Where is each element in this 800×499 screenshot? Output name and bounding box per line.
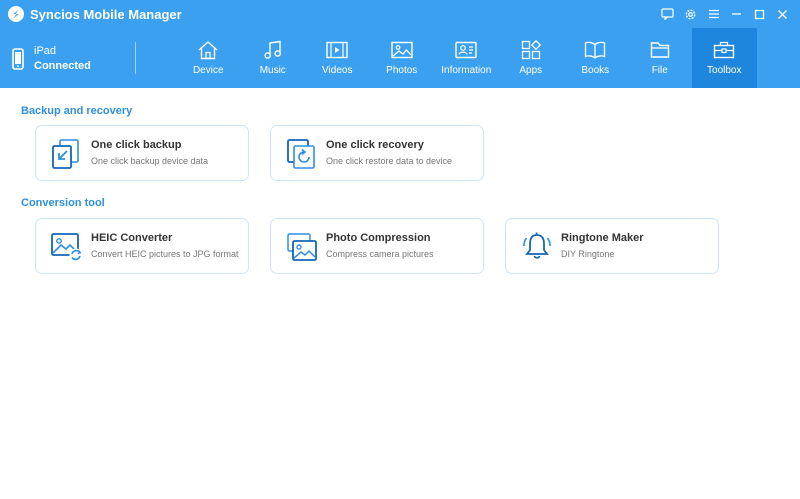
tab-label: Device bbox=[192, 65, 224, 76]
tab-music[interactable]: Music bbox=[241, 28, 306, 88]
tab-label: Photos bbox=[386, 65, 418, 76]
card-title: HEIC Converter bbox=[91, 232, 173, 244]
card-desc: One click restore data to device bbox=[326, 156, 453, 166]
device-name: iPad bbox=[34, 45, 57, 57]
app-header: Syncios Mobile Manager iPad Connected De… bbox=[0, 0, 800, 88]
card-title: One click recovery bbox=[326, 139, 424, 151]
card-desc: Compress camera pictures bbox=[326, 249, 434, 259]
tab-label: File bbox=[651, 65, 668, 76]
tab-apps[interactable]: Apps bbox=[499, 28, 564, 88]
tab-label: Information bbox=[441, 65, 492, 76]
recovery-icon bbox=[285, 138, 319, 170]
device-status: Connected bbox=[34, 60, 91, 72]
chat-icon[interactable] bbox=[656, 5, 679, 23]
tab-label: Apps bbox=[519, 65, 543, 76]
app-title: Syncios Mobile Manager bbox=[30, 7, 182, 22]
maximize-icon[interactable] bbox=[748, 5, 771, 23]
tab-label: Toolbox bbox=[707, 65, 742, 76]
card-desc: One click backup device data bbox=[91, 156, 209, 166]
one-click-recovery-card[interactable]: One click recovery One click restore dat… bbox=[270, 125, 484, 181]
header-divider bbox=[135, 42, 136, 74]
section-title-backup: Backup and recovery bbox=[21, 105, 133, 117]
settings-icon[interactable] bbox=[679, 5, 702, 23]
heic-converter-card[interactable]: HEIC Converter Convert HEIC pictures to … bbox=[35, 218, 249, 274]
tab-label: Videos bbox=[322, 65, 353, 76]
music-icon bbox=[263, 39, 283, 61]
toolbox-icon bbox=[713, 39, 735, 61]
home-icon bbox=[197, 39, 219, 61]
tab-label: Books bbox=[581, 65, 610, 76]
tab-videos[interactable]: Videos bbox=[305, 28, 370, 88]
tablet-icon bbox=[12, 48, 24, 70]
tab-file[interactable]: File bbox=[628, 28, 693, 88]
minimize-icon[interactable] bbox=[725, 5, 748, 23]
main-nav: Device Music Videos Photos Information A… bbox=[176, 28, 757, 88]
tab-books[interactable]: Books bbox=[563, 28, 628, 88]
ringtone-maker-card[interactable]: Ringtone Maker DIY Ringtone bbox=[505, 218, 719, 274]
window-controls bbox=[656, 5, 794, 23]
tab-toolbox[interactable]: Toolbox bbox=[692, 28, 757, 88]
section-title-conversion: Conversion tool bbox=[21, 197, 105, 209]
heic-converter-icon bbox=[50, 231, 84, 263]
card-title: Ringtone Maker bbox=[561, 232, 644, 244]
card-desc: Convert HEIC pictures to JPG format bbox=[91, 249, 239, 259]
tab-label: Music bbox=[259, 65, 286, 76]
card-desc: DIY Ringtone bbox=[561, 249, 615, 259]
card-title: Photo Compression bbox=[326, 232, 431, 244]
book-icon bbox=[584, 39, 606, 61]
close-icon[interactable] bbox=[771, 5, 794, 23]
one-click-backup-card[interactable]: One click backup One click backup device… bbox=[35, 125, 249, 181]
card-title: One click backup bbox=[91, 139, 182, 151]
photo-compression-card[interactable]: Photo Compression Compress camera pictur… bbox=[270, 218, 484, 274]
bell-icon bbox=[520, 231, 554, 263]
tab-device[interactable]: Device bbox=[176, 28, 241, 88]
photo-compression-icon bbox=[285, 231, 319, 263]
menu-icon[interactable] bbox=[702, 5, 725, 23]
syncios-logo-icon bbox=[8, 6, 24, 22]
backup-icon bbox=[50, 138, 84, 170]
tab-information[interactable]: Information bbox=[434, 28, 499, 88]
apps-icon bbox=[521, 39, 541, 61]
video-icon bbox=[326, 39, 348, 61]
contact-card-icon bbox=[455, 39, 477, 61]
tab-photos[interactable]: Photos bbox=[370, 28, 435, 88]
photo-icon bbox=[391, 39, 413, 61]
folder-icon bbox=[650, 39, 670, 61]
